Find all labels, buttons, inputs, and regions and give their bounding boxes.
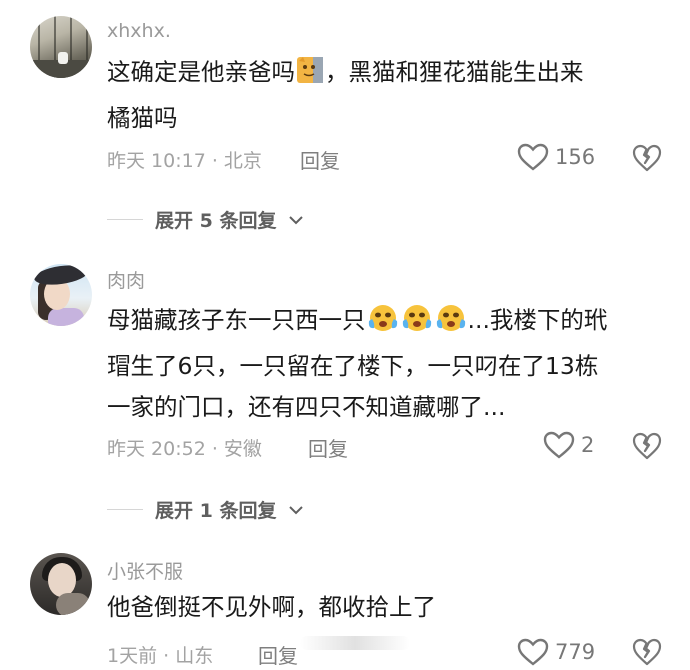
broken-heart-icon <box>632 144 662 172</box>
broken-heart-icon <box>632 432 662 460</box>
dislike-button[interactable] <box>632 432 662 464</box>
comment-text-part: 一家的门口，还有四只不知道藏哪了... <box>107 393 506 421</box>
reply-button[interactable]: 回复 <box>300 145 340 174</box>
reply-button[interactable]: 回复 <box>308 433 348 462</box>
reply-button[interactable]: 回复 <box>258 640 298 669</box>
comment-text: 母猫藏孩子东一只西一只 ...我楼下的玳 瑁生了6只，一只留在了楼下，一只叼在了1… <box>107 300 667 428</box>
comment-text-part: 瑁生了6只，一只留在了楼下，一只叼在了13栋 <box>107 352 599 380</box>
comment-text-part: 他爸倒挺不见外啊，都收拾上了 <box>107 593 436 621</box>
comment-username[interactable]: xhxhx. <box>107 20 171 42</box>
dislike-button[interactable] <box>632 638 662 670</box>
expand-replies-label: 展开 1 条回复 <box>155 500 277 522</box>
chevron-down-icon <box>289 505 304 514</box>
comment-meta: 1天前 · 山东 <box>107 645 214 667</box>
comment-text-part: 母猫藏孩子东一只西一只 <box>107 306 366 334</box>
avatar[interactable] <box>30 16 92 78</box>
avatar[interactable] <box>30 553 92 615</box>
comment-text-part: ，黑猫和狸花猫能生出来 <box>325 58 584 86</box>
expand-replies-button[interactable]: 展开 5 条回复 <box>107 206 304 233</box>
watermark-blur <box>300 636 410 650</box>
avatar[interactable] <box>30 264 92 326</box>
like-button[interactable]: 156 <box>517 143 595 171</box>
expand-replies-button[interactable]: 展开 1 条回复 <box>107 496 304 523</box>
divider <box>107 509 143 510</box>
broken-heart-icon <box>632 638 662 666</box>
comment-meta: 昨天 10:17 · 北京 <box>107 150 262 172</box>
comment-text-part: 橘猫吗 <box>107 104 178 132</box>
crying-face-emoji <box>400 303 434 346</box>
comment-meta: 昨天 20:52 · 安徽 <box>107 438 262 460</box>
like-button[interactable]: 2 <box>543 431 594 459</box>
like-button[interactable]: 779 <box>517 638 595 666</box>
heart-outline-icon <box>517 638 549 666</box>
comment-text-part: ...我楼下的玳 <box>467 306 608 334</box>
heart-outline-icon <box>517 143 549 171</box>
crying-face-emoji <box>434 303 468 346</box>
chevron-down-icon <box>289 215 304 224</box>
cat-emoji <box>295 55 325 98</box>
comment-username[interactable]: 肉肉 <box>107 266 145 293</box>
divider <box>107 219 143 220</box>
comment-username[interactable]: 小张不服 <box>107 557 183 584</box>
like-count: 156 <box>555 145 596 169</box>
like-count: 779 <box>555 640 596 664</box>
comment-text: 这确定是他亲爸吗 ，黑猫和狸花猫能生出来 橘猫吗 <box>107 52 667 139</box>
crying-face-emoji <box>366 303 400 346</box>
comment-text-part: 这确定是他亲爸吗 <box>107 58 295 86</box>
dislike-button[interactable] <box>632 144 662 176</box>
expand-replies-label: 展开 5 条回复 <box>155 210 277 232</box>
comment-text: 他爸倒挺不见外啊，都收拾上了 <box>107 587 667 628</box>
like-count: 2 <box>581 433 595 457</box>
heart-outline-icon <box>543 431 575 459</box>
